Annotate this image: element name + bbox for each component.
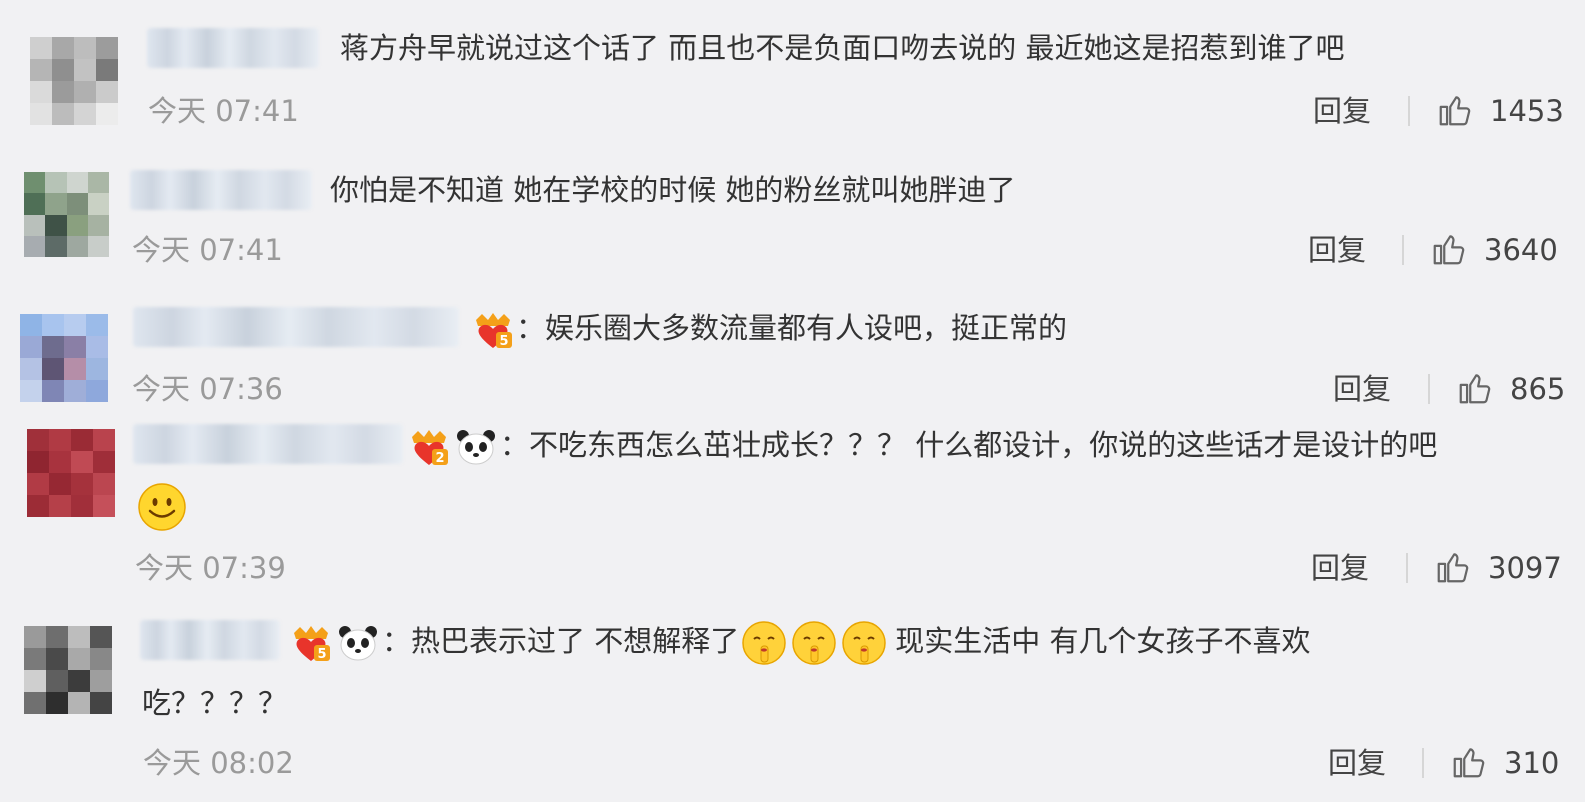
crown-heart-badge-icon: 5 xyxy=(290,623,332,663)
reply-button[interactable]: 回复 xyxy=(1308,232,1366,268)
avatar[interactable] xyxy=(30,37,118,125)
shush-emoji-icon xyxy=(742,621,786,665)
divider xyxy=(1402,235,1404,265)
thumbs-up-icon[interactable] xyxy=(1450,743,1488,781)
thumbs-up-icon[interactable] xyxy=(1436,91,1474,129)
avatar[interactable] xyxy=(20,314,108,402)
avatar[interactable] xyxy=(24,172,109,257)
like-count: 310 xyxy=(1504,746,1560,780)
divider xyxy=(1428,374,1430,404)
reply-button[interactable]: 回复 xyxy=(1328,745,1386,781)
comment-text: 2 ：不吃东西怎么茁壮成长？？？ 什么都设计，你说的这些话才是设计的吧 xyxy=(406,425,1437,467)
svg-text:2: 2 xyxy=(435,451,444,466)
comment-body: ：娱乐圈大多数流量都有人设吧，挺正常的 xyxy=(516,311,1068,345)
divider xyxy=(1406,553,1408,583)
smile-emoji-icon xyxy=(138,483,186,531)
svg-text:5: 5 xyxy=(499,334,508,349)
reply-button[interactable]: 回复 xyxy=(1311,550,1369,586)
reply-button[interactable]: 回复 xyxy=(1333,371,1391,407)
comment-text: 5 ：娱乐圈大多数流量都有人设吧，挺正常的 xyxy=(470,308,1067,350)
shush-emoji-icon xyxy=(842,621,886,665)
username[interactable] xyxy=(133,424,403,464)
avatar[interactable] xyxy=(24,626,112,714)
username[interactable] xyxy=(130,170,312,210)
comment-time: 今天 07:39 xyxy=(135,551,286,585)
comment-time: 今天 07:41 xyxy=(132,233,283,267)
thumbs-up-icon[interactable] xyxy=(1456,369,1494,407)
comment-text: 你怕是不知道 她在学校的时候 她的粉丝就叫她胖迪了 xyxy=(330,173,1016,207)
username[interactable] xyxy=(133,307,459,347)
like-count: 865 xyxy=(1510,372,1566,406)
like-count: 3640 xyxy=(1484,233,1558,267)
comment-body: ：热巴表示过了 不想解释了 xyxy=(382,624,740,658)
comment-text: 蒋方舟早就说过这个话了 而且也不是负面口吻去说的 最近她这是招惹到谁了吧 xyxy=(340,31,1345,65)
like-count: 1453 xyxy=(1490,94,1564,128)
like-count: 3097 xyxy=(1488,551,1562,585)
panda-icon xyxy=(339,626,377,661)
comment-text-line2: 吃？？？？ xyxy=(142,686,288,720)
comment-text: 5 ：热巴表示过了 不想解释了 现实生活中 有几个女孩子不喜欢 xyxy=(288,619,1310,667)
username[interactable] xyxy=(147,28,319,68)
crown-heart-badge-icon: 5 xyxy=(472,310,514,350)
divider xyxy=(1422,748,1424,778)
panda-icon xyxy=(457,430,495,465)
thumbs-up-icon[interactable] xyxy=(1434,548,1472,586)
avatar[interactable] xyxy=(27,429,115,517)
thumbs-up-icon[interactable] xyxy=(1430,230,1468,268)
svg-text:5: 5 xyxy=(317,647,326,662)
comment-time: 今天 07:36 xyxy=(132,372,283,406)
reply-button[interactable]: 回复 xyxy=(1313,93,1371,129)
comment-body: ：不吃东西怎么茁壮成长？？？ 什么都设计，你说的这些话才是设计的吧 xyxy=(500,428,1438,462)
comment-body: 现实生活中 有几个女孩子不喜欢 xyxy=(895,624,1311,658)
comment-time: 今天 08:02 xyxy=(143,746,294,780)
crown-heart-badge-icon: 2 xyxy=(408,427,450,467)
shush-emoji-icon xyxy=(792,621,836,665)
comment-time: 今天 07:41 xyxy=(148,94,299,128)
username[interactable] xyxy=(140,620,280,660)
divider xyxy=(1408,96,1410,126)
